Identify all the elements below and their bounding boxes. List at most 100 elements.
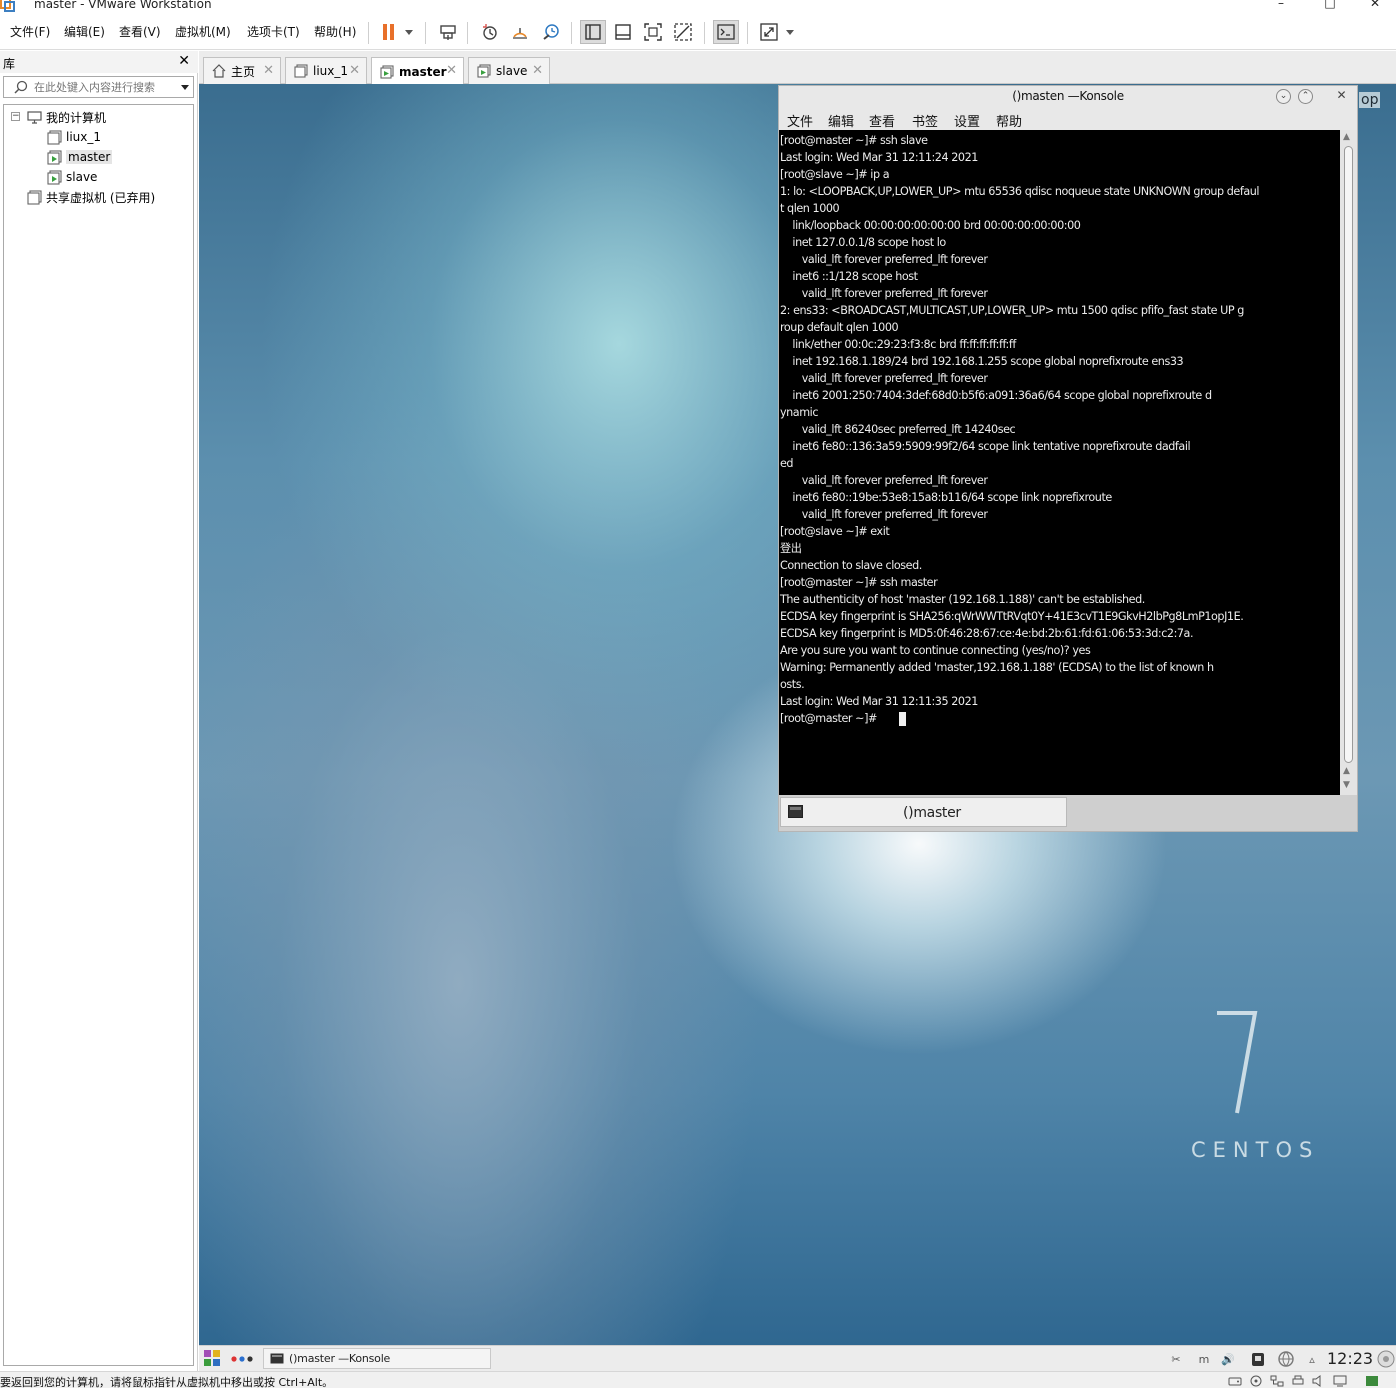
terminal-output[interactable]: [root@master ~]# ssh slave Last login: We… <box>779 130 1340 795</box>
konsole-menu-file[interactable]: 文件 <box>787 111 813 130</box>
maximize-button[interactable]: □ <box>1307 0 1353 12</box>
terminal-line: Are you sure you want to continue connec… <box>780 644 1091 657</box>
library-search-input[interactable] <box>34 79 174 95</box>
home-icon <box>212 64 226 78</box>
konsole-titlebar[interactable]: ()masten —Konsole ⌄ ⌃ ✕ <box>779 86 1357 108</box>
revert-snapshot-button[interactable] <box>507 20 533 44</box>
terminal-icon <box>270 1353 284 1364</box>
terminal-line: inet6 fe80::136:3a59:5909:99f2/64 scope … <box>780 440 1191 453</box>
minimize-button[interactable]: – <box>1258 0 1304 12</box>
scroll-down-icon[interactable]: ▼ <box>1343 780 1350 790</box>
tab-label: slave <box>496 64 528 78</box>
send-ctrl-alt-del-button[interactable] <box>435 20 461 44</box>
tab-master[interactable]: master ✕ <box>371 57 464 85</box>
network-icon[interactable] <box>1277 1350 1295 1368</box>
close-icon[interactable]: ✕ <box>446 63 457 78</box>
show-thumbnail-button[interactable] <box>610 20 636 44</box>
scrollbar-thumb[interactable] <box>1344 146 1353 763</box>
konsole-menu-settings[interactable]: 设置 <box>954 111 980 130</box>
terminal-line: inet 127.0.0.1/8 scope host lo <box>780 236 946 249</box>
tab-home[interactable]: 主页 ✕ <box>203 57 281 84</box>
tree-item-my-computer[interactable]: 我的计算机 <box>26 107 106 127</box>
guest-clock[interactable]: 12:23 <box>1327 1349 1373 1368</box>
hard-disk-icon[interactable] <box>1228 1375 1242 1387</box>
konsole-minimize-button[interactable]: ⌄ <box>1276 89 1291 104</box>
network-adapter-icon[interactable] <box>1270 1375 1284 1387</box>
device-notifier-icon[interactable] <box>1249 1350 1267 1368</box>
tree-item-liux-1[interactable]: liux_1 <box>46 127 101 147</box>
scroll-up-icon[interactable]: ▲ <box>1343 766 1350 776</box>
sound-card-icon[interactable] <box>1312 1375 1326 1387</box>
snapshot-manager-icon <box>543 24 559 40</box>
activities-icon[interactable] <box>231 1356 253 1362</box>
close-icon[interactable]: ✕ <box>532 63 543 78</box>
message-log-icon[interactable] <box>1365 1375 1379 1387</box>
chevron-down-icon[interactable] <box>180 80 190 94</box>
display-icon[interactable] <box>1333 1375 1347 1387</box>
konsole-tab-label: ()master <box>903 805 961 821</box>
dashboard-icon[interactable] <box>1377 1350 1395 1368</box>
console-view-button[interactable] <box>713 20 739 44</box>
close-window-button[interactable]: ✕ <box>1352 0 1396 12</box>
konsole-maximize-button[interactable]: ⌃ <box>1298 89 1313 104</box>
stretch-icon <box>760 23 778 41</box>
scroll-up-icon[interactable]: ▲ <box>1343 132 1350 142</box>
search-icon <box>14 80 28 94</box>
konsole-tab[interactable]: ()master <box>780 797 1067 827</box>
application-launcher-icon[interactable] <box>203 1349 221 1367</box>
console-view-icon <box>717 24 735 40</box>
fullscreen-button[interactable] <box>640 20 666 44</box>
unity-button[interactable] <box>670 20 696 44</box>
close-icon[interactable]: ✕ <box>263 63 274 78</box>
terminal-line: 登出 <box>780 542 802 555</box>
toolbar-separator <box>704 22 705 44</box>
terminal-scrollbar[interactable]: ▲ ▲ ▼ <box>1340 130 1357 795</box>
konsole-menu-help[interactable]: 帮助 <box>996 111 1022 130</box>
clipboard-scissors-icon[interactable]: ✂ <box>1167 1350 1185 1368</box>
stretch-button[interactable] <box>756 20 782 44</box>
konsole-menu-bookmarks[interactable]: 书签 <box>912 111 938 130</box>
terminal-line: ed <box>780 457 794 470</box>
tree-item-slave[interactable]: slave <box>46 167 97 187</box>
take-snapshot-button[interactable] <box>477 20 503 44</box>
window-title: master - VMware Workstation <box>34 0 212 11</box>
tray-expand-icon[interactable]: ▵ <box>1303 1350 1321 1368</box>
pause-button[interactable] <box>376 20 402 44</box>
menu-file[interactable]: 文件(F) <box>10 23 50 40</box>
snapshot-manager-button[interactable] <box>538 20 564 44</box>
terminal-line: [root@slave ~]# ip a <box>780 168 890 181</box>
konsole-close-button[interactable]: ✕ <box>1334 89 1349 104</box>
menu-edit[interactable]: 编辑(E) <box>64 23 105 40</box>
send-ctrl-alt-del-icon <box>440 25 456 40</box>
menu-help[interactable]: 帮助(H) <box>314 23 356 40</box>
konsole-title: ()masten —Konsole <box>1012 89 1124 103</box>
show-library-button[interactable] <box>580 20 606 44</box>
menu-view[interactable]: 查看(V) <box>119 23 161 40</box>
pause-dropdown[interactable] <box>400 20 418 44</box>
tree-item-label: liux_1 <box>66 130 102 144</box>
tab-slave[interactable]: slave ✕ <box>468 57 550 84</box>
menu-vm[interactable]: 虚拟机(M) <box>175 23 231 40</box>
konsole-menu-view[interactable]: 查看 <box>869 111 895 130</box>
volume-icon[interactable]: 🔊 <box>1219 1350 1237 1368</box>
taskbar-konsole-task[interactable]: ()master —Konsole <box>263 1348 491 1369</box>
konsole-window[interactable]: ()masten —Konsole ⌄ ⌃ ✕ 文件 编辑 查看 书签 设置 帮… <box>778 85 1358 832</box>
tab-label: liux_1 <box>313 64 349 78</box>
library-search[interactable] <box>3 76 194 98</box>
tree-collapse-toggle[interactable]: − <box>11 112 20 121</box>
tab-liux-1[interactable]: liux_1 ✕ <box>285 57 367 84</box>
guest-desktop[interactable]: op 7 CENTOS ()masten —Konsole ⌄ ⌃ ✕ 文件 编… <box>199 84 1396 1345</box>
stretch-dropdown[interactable] <box>782 20 798 44</box>
printer-icon[interactable] <box>1291 1375 1305 1387</box>
chevron-down-icon <box>405 29 413 35</box>
tree-item-master[interactable]: master <box>46 147 113 167</box>
revert-snapshot-icon <box>513 28 527 39</box>
library-header: 库 ✕ <box>0 51 198 73</box>
menu-tabs[interactable]: 选项卡(T) <box>247 23 300 40</box>
konsole-menu-edit[interactable]: 编辑 <box>828 111 854 130</box>
library-close-button[interactable]: ✕ <box>178 53 190 69</box>
shared-vm-icon <box>26 189 42 205</box>
close-icon[interactable]: ✕ <box>349 63 360 78</box>
tree-item-shared-vms[interactable]: 共享虚拟机 (已弃用) <box>26 187 155 207</box>
cd-dvd-icon[interactable] <box>1249 1375 1263 1387</box>
